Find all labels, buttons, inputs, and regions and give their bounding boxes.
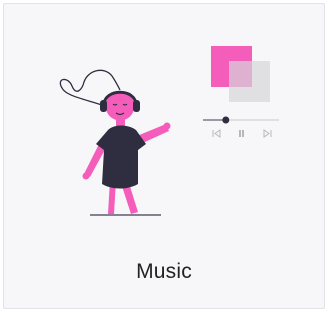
previous-icon[interactable] <box>212 129 221 138</box>
music-card[interactable]: Music <box>3 3 325 309</box>
card-title: Music <box>136 260 192 283</box>
headphones-icon <box>100 100 107 112</box>
headphone-right-cup <box>133 100 140 112</box>
shirt <box>96 125 146 189</box>
pause-icon[interactable] <box>239 130 244 137</box>
music-illustration <box>59 46 279 216</box>
lower-hand <box>82 172 90 180</box>
raised-hand <box>163 122 171 130</box>
progress-knob[interactable] <box>222 116 230 124</box>
next-icon[interactable] <box>263 129 272 138</box>
album-art-shadow <box>229 61 270 102</box>
